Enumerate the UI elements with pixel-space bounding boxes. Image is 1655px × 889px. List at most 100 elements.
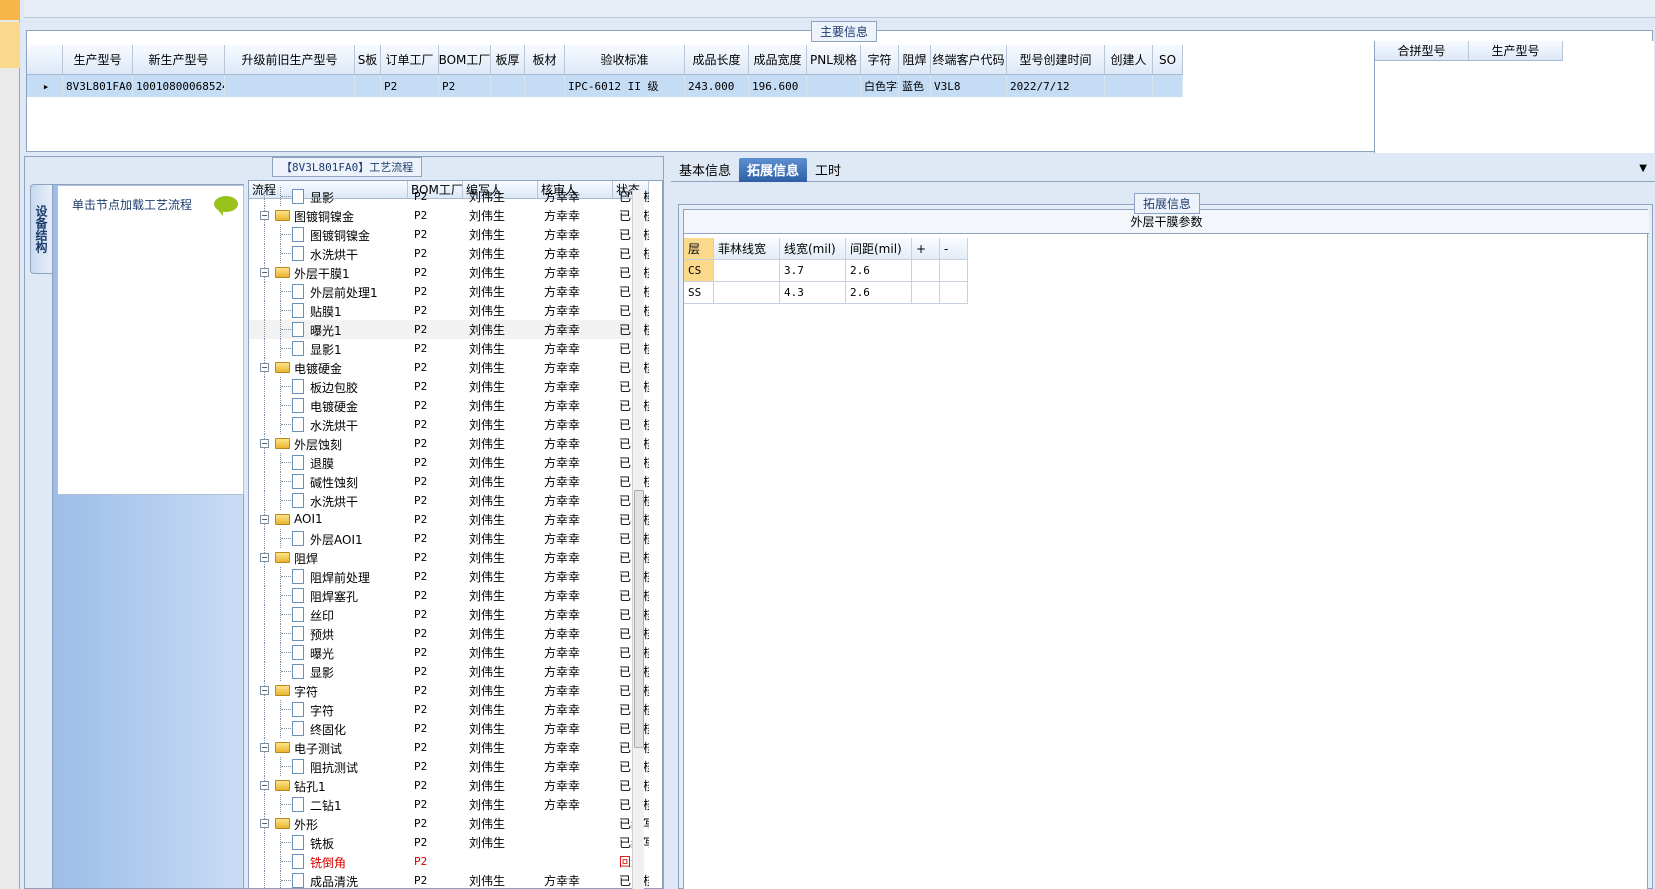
main-grid-col-header[interactable]: 阻焊	[899, 45, 931, 74]
main-grid-cell[interactable]: IPC-6012 II 级	[565, 75, 685, 97]
flow-row[interactable]: 显影P2刘伟生方幸幸已审核	[249, 187, 649, 206]
flow-row[interactable]: −电镀硬金P2刘伟生方幸幸已审核	[249, 358, 649, 377]
param-cell[interactable]	[912, 282, 940, 304]
collapse-toggle-icon[interactable]: −	[260, 515, 269, 524]
main-grid-col-header[interactable]: 型号创建时间	[1007, 45, 1105, 74]
flow-row[interactable]: −图镀铜镍金P2刘伟生方幸幸已审核	[249, 206, 649, 225]
main-grid-cell[interactable]	[807, 75, 861, 97]
flow-row[interactable]: 阻抗测试P2刘伟生方幸幸已审核	[249, 757, 649, 776]
main-grid-col-header[interactable]: PNL规格	[807, 45, 861, 74]
flow-row[interactable]: 阻焊前处理P2刘伟生方幸幸已审核	[249, 567, 649, 586]
tab-work-hours[interactable]: 工时	[807, 158, 849, 182]
merge-grid-col-header[interactable]: 合拼型号	[1375, 41, 1469, 60]
main-grid-cell[interactable]	[525, 75, 565, 97]
flow-row[interactable]: 显影P2刘伟生方幸幸已审核	[249, 662, 649, 681]
flow-row[interactable]: 贴膜1P2刘伟生方幸幸已审核	[249, 301, 649, 320]
param-cell[interactable]	[940, 260, 968, 282]
collapse-toggle-icon[interactable]: −	[260, 781, 269, 790]
add-column-button[interactable]: +	[912, 238, 940, 260]
flow-row[interactable]: 预烘P2刘伟生方幸幸已审核	[249, 624, 649, 643]
param-row[interactable]: CS 3.7 2.6	[684, 260, 968, 282]
flow-row[interactable]: −外层蚀刻P2刘伟生方幸幸已审核	[249, 434, 649, 453]
flow-row[interactable]: 碱性蚀刻P2刘伟生方幸幸已审核	[249, 472, 649, 491]
collapse-toggle-icon[interactable]: −	[260, 553, 269, 562]
param-cell[interactable]: 2.6	[846, 260, 912, 282]
main-grid-cell[interactable]: 2022/7/12	[1007, 75, 1105, 97]
tab-menu-arrow-icon[interactable]: ▼	[1639, 163, 1647, 174]
flow-row[interactable]: 曝光1P2刘伟生方幸幸已审核	[249, 320, 649, 339]
main-grid-cell[interactable]	[491, 75, 525, 97]
param-cell[interactable]	[714, 260, 780, 282]
main-grid-cell[interactable]: 10010800068524	[133, 75, 225, 97]
collapse-toggle-icon[interactable]: −	[260, 268, 269, 277]
device-structure-tab[interactable]: 设备结构	[30, 184, 52, 274]
main-grid-col-header[interactable]: 终端客户代码	[931, 45, 1007, 74]
main-grid-col-header[interactable]: 创建人	[1105, 45, 1153, 74]
flow-row[interactable]: 电镀硬金P2刘伟生方幸幸已审核	[249, 396, 649, 415]
main-grid-cell[interactable]: 白色字符	[861, 75, 899, 97]
collapse-toggle-icon[interactable]: −	[260, 743, 269, 752]
merge-grid-col-header[interactable]: 生产型号	[1469, 41, 1563, 60]
param-cell[interactable]	[940, 282, 968, 304]
flow-row[interactable]: 外层AOI1P2刘伟生方幸幸已审核	[249, 529, 649, 548]
flow-row[interactable]: 终固化P2刘伟生方幸幸已审核	[249, 719, 649, 738]
flow-row[interactable]: −电子测试P2刘伟生方幸幸已审核	[249, 738, 649, 757]
flow-row[interactable]: 水洗烘干P2刘伟生方幸幸已审核	[249, 415, 649, 434]
flow-row[interactable]: −字符P2刘伟生方幸幸已审核	[249, 681, 649, 700]
flow-row[interactable]: 水洗烘干P2刘伟生方幸幸已审核	[249, 244, 649, 263]
tree-hint-box[interactable]: 单击节点加载工艺流程	[57, 185, 244, 495]
main-grid-cell[interactable]: 8V3L801FA0	[63, 75, 133, 97]
flow-scroll-thumb[interactable]	[634, 490, 644, 748]
main-grid-col-header[interactable]: 新生产型号	[133, 45, 225, 74]
main-grid-col-header[interactable]: BOM工厂	[439, 45, 491, 74]
flow-row[interactable]: 曝光P2刘伟生方幸幸已审核	[249, 643, 649, 662]
param-cell[interactable]: 3.7	[780, 260, 846, 282]
flow-row[interactable]: −外形P2刘伟生已编写	[249, 814, 649, 833]
flow-row[interactable]: 外层前处理1P2刘伟生方幸幸已审核	[249, 282, 649, 301]
param-row[interactable]: SS 4.3 2.6	[684, 282, 968, 304]
flow-row[interactable]: 成品清洗P2刘伟生方幸幸已审核	[249, 871, 649, 888]
main-grid-col-header[interactable]: 验收标准	[565, 45, 685, 74]
main-grid-col-header[interactable]: 成品宽度	[749, 45, 807, 74]
main-grid-row[interactable]: ▸ 8V3L801FA0 10010800068524 P2 P2 IPC-6012 II…	[27, 75, 1183, 97]
collapse-toggle-icon[interactable]: −	[260, 819, 269, 828]
flow-row[interactable]: 字符P2刘伟生方幸幸已审核	[249, 700, 649, 719]
flow-scrollbar[interactable]	[632, 190, 644, 889]
main-grid-cell[interactable]	[1153, 75, 1183, 97]
flow-row[interactable]: 图镀铜镍金P2刘伟生方幸幸已审核	[249, 225, 649, 244]
flow-row[interactable]: 阻焊塞孔P2刘伟生方幸幸已审核	[249, 586, 649, 605]
main-grid-col-header[interactable]: 生产型号	[63, 45, 133, 74]
main-grid-col-header[interactable]: 板厚	[491, 45, 525, 74]
collapse-toggle-icon[interactable]: −	[260, 686, 269, 695]
main-grid-col-header[interactable]: 成品长度	[685, 45, 749, 74]
flow-row[interactable]: 板边包胶P2刘伟生方幸幸已审核	[249, 377, 649, 396]
main-grid-col-header[interactable]: SO	[1153, 45, 1183, 74]
flow-row[interactable]: 显影1P2刘伟生方幸幸已审核	[249, 339, 649, 358]
flow-row[interactable]: 退膜P2刘伟生方幸幸已审核	[249, 453, 649, 472]
main-grid-cell[interactable]	[225, 75, 355, 97]
tab-extended-info[interactable]: 拓展信息	[739, 157, 808, 182]
main-grid-cell[interactable]: P2	[439, 75, 491, 97]
flow-row[interactable]: −钻孔1P2刘伟生方幸幸已审核	[249, 776, 649, 795]
flow-row[interactable]: 水洗烘干P2刘伟生方幸幸已审核	[249, 491, 649, 510]
app-menu-marker-2[interactable]	[0, 22, 20, 68]
param-cell[interactable]	[912, 260, 940, 282]
main-grid-cell[interactable]: V3L8	[931, 75, 1007, 97]
flow-row[interactable]: 二钻1P2刘伟生方幸幸已审核	[249, 795, 649, 814]
flow-row[interactable]: −AOI1P2刘伟生方幸幸已审核	[249, 510, 649, 529]
main-grid-cell[interactable]: 243.000	[685, 75, 749, 97]
collapse-toggle-icon[interactable]: −	[260, 211, 269, 220]
grid-corner-cell[interactable]	[27, 45, 63, 74]
flow-row[interactable]: 丝印P2刘伟生方幸幸已审核	[249, 605, 649, 624]
flow-row[interactable]: 铣板P2刘伟生已编写	[249, 833, 649, 852]
flow-row[interactable]: −外层干膜1P2刘伟生方幸幸已审核	[249, 263, 649, 282]
main-grid-cell[interactable]: P2	[381, 75, 439, 97]
main-grid-col-header[interactable]: 订单工厂	[381, 45, 439, 74]
main-grid-cell[interactable]	[1105, 75, 1153, 97]
flow-row[interactable]: 铣倒角 P2 回退	[249, 852, 649, 871]
flow-row[interactable]: −阻焊P2刘伟生方幸幸已审核	[249, 548, 649, 567]
param-cell[interactable]: CS	[684, 260, 714, 282]
param-cell[interactable]: 4.3	[780, 282, 846, 304]
tab-basic-info[interactable]: 基本信息	[671, 158, 739, 182]
main-grid-col-header[interactable]: 升级前旧生产型号	[225, 45, 355, 74]
